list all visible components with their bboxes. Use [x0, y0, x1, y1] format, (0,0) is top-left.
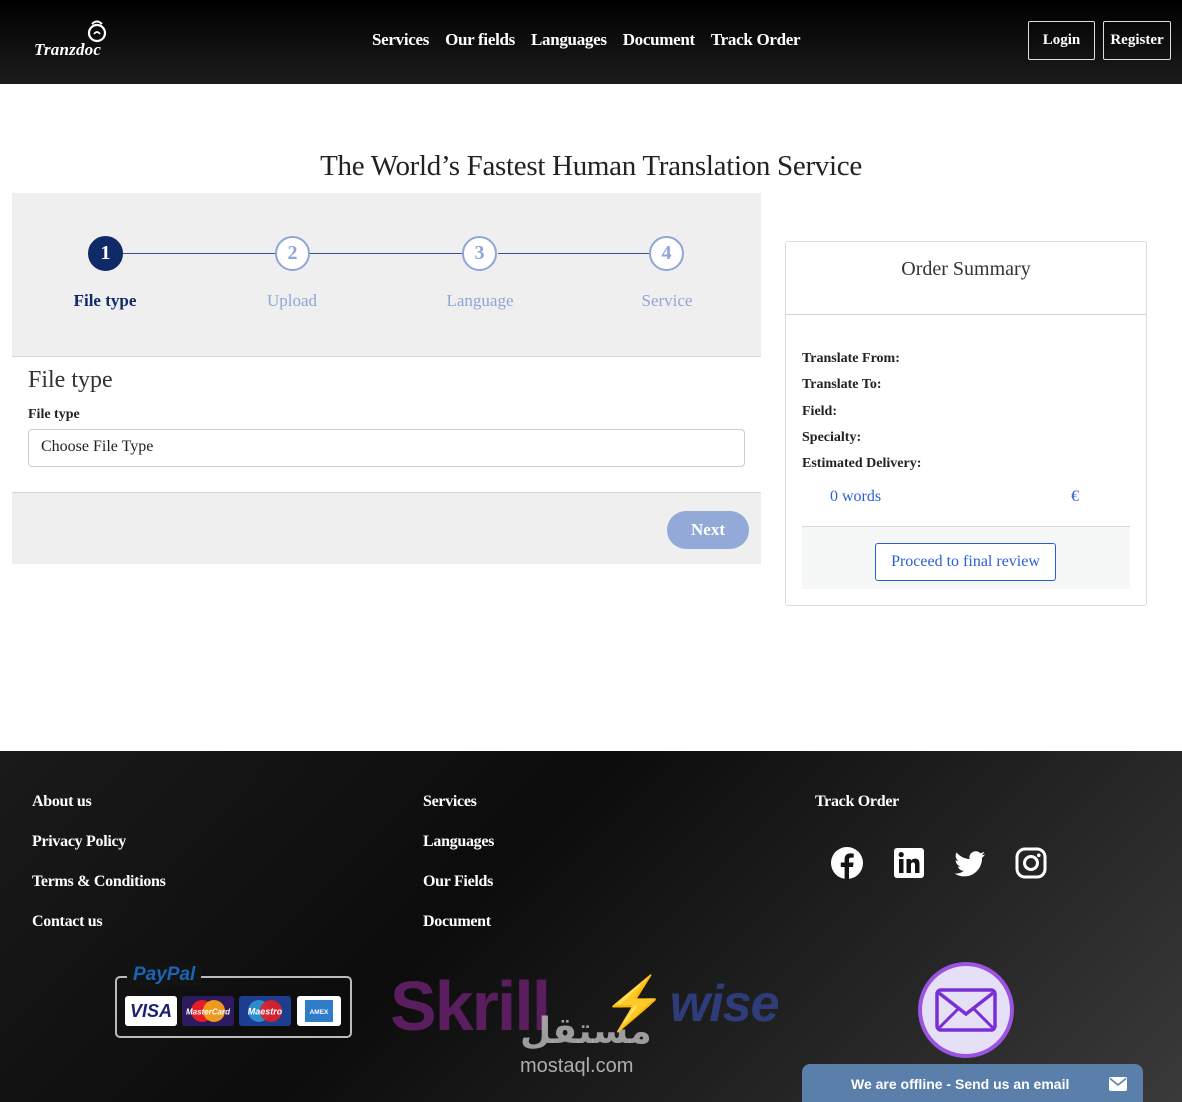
field-label: Field: [802, 404, 837, 419]
facebook-icon[interactable] [830, 846, 864, 880]
offline-chat-bar[interactable]: We are offline - Send us an email [802, 1064, 1143, 1102]
proceed-button[interactable]: Proceed to final review [875, 543, 1056, 581]
footer-privacy-policy[interactable]: Privacy Policy [32, 833, 126, 851]
nav-our-fields[interactable]: Our fields [445, 30, 515, 50]
amex-text: AMEX [310, 1009, 329, 1016]
mastercard-card: MasterCard [182, 996, 234, 1026]
file-type-label: File type [28, 407, 80, 422]
footer-services[interactable]: Services [423, 793, 477, 811]
footer-languages[interactable]: Languages [423, 833, 494, 851]
nav-services[interactable]: Services [372, 30, 429, 50]
instagram-icon[interactable] [1014, 846, 1048, 880]
logo[interactable]: Tranzdoc [30, 18, 120, 66]
top-header: Tranzdoc Services Our fields Languages D… [0, 0, 1182, 84]
wizard-footer: Next [12, 492, 761, 564]
register-button[interactable]: Register [1103, 21, 1171, 60]
maestro-text: Maestro [248, 1007, 283, 1017]
visa-card: VISA [125, 996, 177, 1026]
step-4-label: Service [641, 291, 693, 310]
envelope-icon [1109, 1077, 1127, 1091]
paypal-logo: PayPal [127, 964, 202, 986]
order-summary-title: Order Summary [786, 242, 1146, 315]
step-1-label: File type [73, 291, 137, 310]
login-button[interactable]: Login [1028, 21, 1095, 60]
watermark-url: mostaql.com [520, 1055, 634, 1077]
order-summary: Order Summary Translate From: Translate … [785, 241, 1147, 606]
logo-text: Tranzdoc [34, 40, 102, 59]
section-title: File type [28, 367, 113, 393]
mastercard-text: MasterCard [186, 1008, 231, 1017]
step-connector [122, 253, 276, 254]
footer-our-fields[interactable]: Our Fields [423, 873, 493, 891]
nav-document[interactable]: Document [623, 30, 696, 50]
page-title: The World’s Fastest Human Translation Se… [320, 150, 862, 182]
step-4-circle[interactable]: 4 [649, 236, 684, 271]
linkedin-icon[interactable] [892, 846, 926, 880]
watermark-arabic: مستقل [520, 1011, 652, 1052]
payment-methods-box: PayPal VISA MasterCard Maestro AMEX [115, 964, 352, 1038]
translate-to-label: Translate To: [802, 377, 882, 392]
step-connector [498, 253, 652, 254]
step-connector [310, 253, 464, 254]
step-3-label: Language [446, 291, 514, 310]
wizard-steps: 1 2 3 4 File type Upload Language Servic… [12, 193, 761, 357]
step-1-circle[interactable]: 1 [88, 236, 123, 271]
footer-terms[interactable]: Terms & Conditions [32, 873, 166, 891]
step-3-circle[interactable]: 3 [462, 236, 497, 271]
step-2-label: Upload [266, 291, 318, 310]
wise-text: wise [669, 975, 780, 1033]
next-button[interactable]: Next [667, 511, 749, 549]
translate-from-label: Translate From: [802, 351, 900, 366]
file-type-select[interactable]: Choose File Type [28, 429, 745, 467]
main-nav: Services Our fields Languages Document T… [372, 30, 801, 50]
price-value: € [1071, 488, 1079, 505]
twitter-icon[interactable] [953, 846, 987, 880]
email-icon[interactable] [918, 962, 1014, 1058]
footer: About us Privacy Policy Terms & Conditio… [0, 751, 1182, 1102]
footer-contact-us[interactable]: Contact us [32, 913, 103, 931]
word-count: 0 words [830, 488, 882, 505]
estimated-delivery-label: Estimated Delivery: [802, 456, 922, 471]
nav-track-order[interactable]: Track Order [711, 30, 801, 50]
specialty-label: Specialty: [802, 430, 862, 445]
footer-track-order[interactable]: Track Order [815, 793, 899, 811]
step-2-circle[interactable]: 2 [275, 236, 310, 271]
summary-footer: Proceed to final review [802, 526, 1130, 589]
offline-text: We are offline - Send us an email [851, 1076, 1070, 1092]
nav-languages[interactable]: Languages [531, 30, 607, 50]
footer-document[interactable]: Document [423, 913, 491, 931]
maestro-card: Maestro [239, 996, 291, 1026]
amex-card: AMEX [297, 996, 341, 1026]
footer-about-us[interactable]: About us [32, 793, 92, 811]
